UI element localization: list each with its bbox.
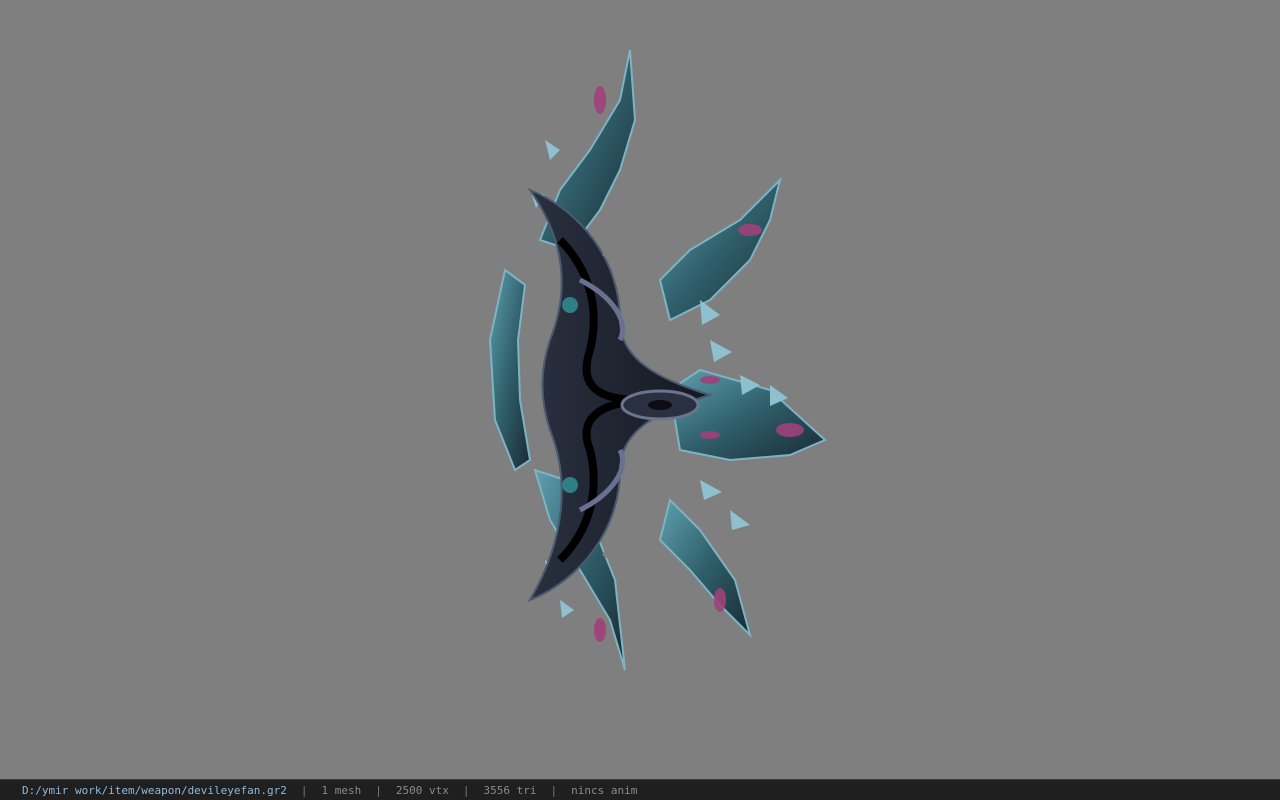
separator: | [375, 783, 382, 797]
separator: | [550, 783, 558, 797]
status-bar: D:/ymir work/item/weapon/devileyefan.gr2… [0, 779, 1280, 800]
3d-viewport[interactable] [0, 0, 1280, 779]
vertex-count: 2500 vtx [395, 783, 449, 797]
triangle-count: 3556 tri [483, 783, 537, 797]
mesh-count: 1 mesh [321, 783, 362, 797]
devil-eye-fan-model-icon[interactable] [470, 40, 840, 680]
animation-status: nincs anim [571, 783, 638, 797]
file-path: D:/ymir work/item/weapon/devileyefan.gr2 [22, 783, 287, 797]
separator: | [300, 783, 308, 797]
separator: | [462, 783, 470, 797]
